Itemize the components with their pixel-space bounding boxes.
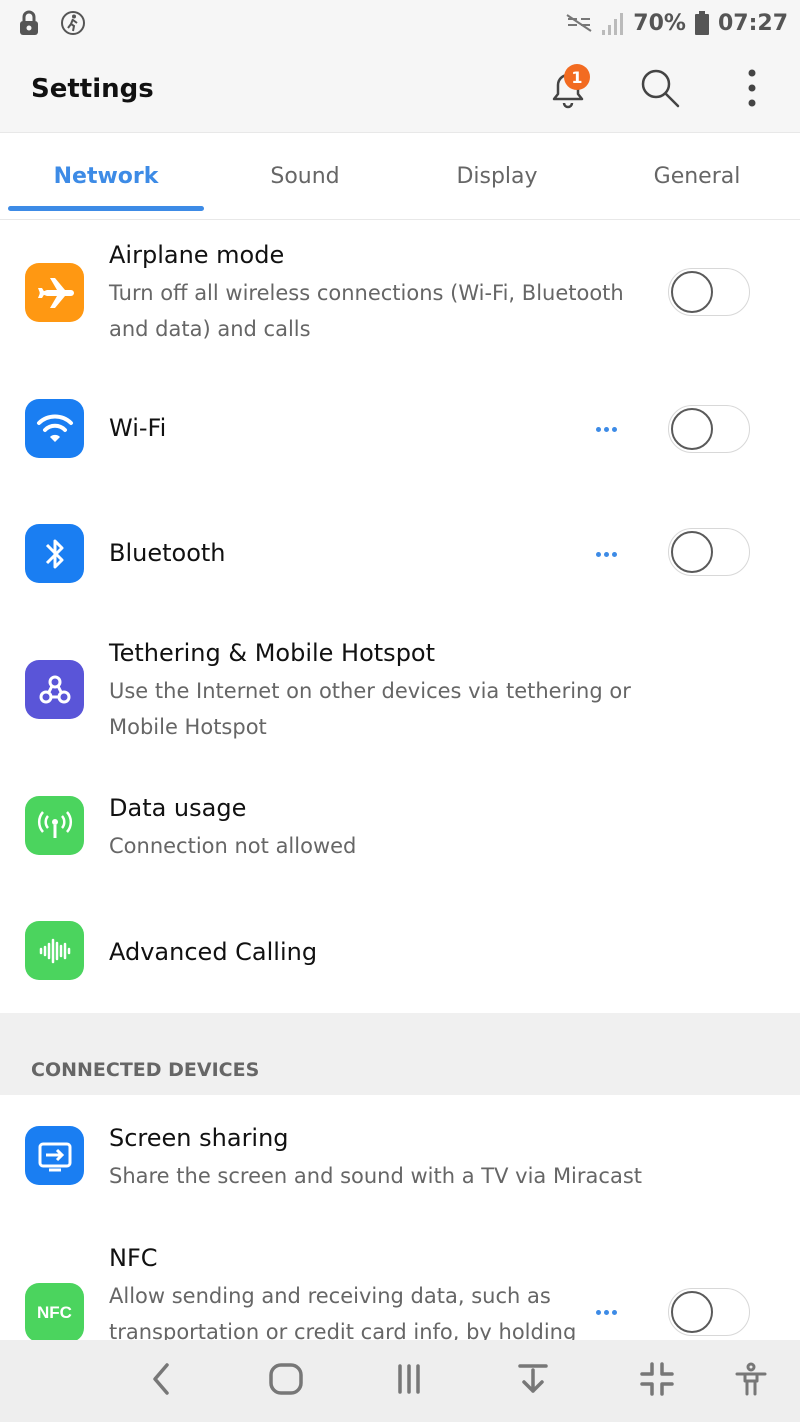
tab-sound[interactable]: Sound xyxy=(207,133,403,219)
active-tab-indicator xyxy=(8,206,204,211)
nfc-toggle[interactable] xyxy=(668,1288,750,1336)
collapse-button[interactable] xyxy=(508,1356,558,1406)
toggle-knob xyxy=(671,271,713,313)
list-item-screen-sharing[interactable]: Screen sharing Share the screen and soun… xyxy=(0,1110,800,1220)
toggle-knob xyxy=(671,531,713,573)
item-subtitle: Turn off all wireless connections (Wi-Fi… xyxy=(109,281,624,341)
list-item-data-usage[interactable]: Data usage Connection not allowed xyxy=(0,780,800,890)
back-button[interactable] xyxy=(137,1356,187,1406)
system-nav-bar xyxy=(0,1340,800,1422)
item-title: Bluetooth xyxy=(109,539,226,567)
battery-percent: 70% xyxy=(633,10,686,36)
airplane-mode-toggle[interactable] xyxy=(668,268,750,316)
toggle-knob xyxy=(671,408,713,450)
tab-general[interactable]: General xyxy=(599,133,795,219)
lock-icon xyxy=(18,10,40,36)
status-bar: 70% 07:27 xyxy=(0,0,800,48)
tab-label: Display xyxy=(456,163,538,189)
item-subtitle: Use the Internet on other devices via te… xyxy=(109,679,631,739)
signal-icon xyxy=(601,10,625,36)
toggle-knob xyxy=(671,1291,713,1333)
shrink-icon xyxy=(639,1361,675,1401)
item-title: Tethering & Mobile Hotspot xyxy=(109,639,436,667)
page-title: Settings xyxy=(31,74,154,104)
home-button[interactable] xyxy=(261,1356,311,1406)
list-item-tethering[interactable]: Tethering & Mobile Hotspot Use the Inter… xyxy=(0,625,800,765)
antenna-icon xyxy=(25,796,84,855)
accessibility-button[interactable] xyxy=(726,1356,776,1406)
section-title: CONNECTED DEVICES xyxy=(31,1059,260,1081)
home-icon xyxy=(268,1361,304,1401)
tab-display[interactable]: Display xyxy=(399,133,595,219)
item-title: Advanced Calling xyxy=(109,938,318,966)
bluetooth-more-button[interactable] xyxy=(596,549,624,559)
screen-cast-icon xyxy=(25,1126,84,1185)
bluetooth-toggle[interactable] xyxy=(668,528,750,576)
section-header-connected-devices: CONNECTED DEVICES xyxy=(0,1013,800,1095)
item-subtitle: Connection not allowed xyxy=(109,834,357,858)
wifi-toggle[interactable] xyxy=(668,405,750,453)
data-off-icon xyxy=(565,13,593,33)
item-title: Data usage xyxy=(109,794,247,822)
search-icon xyxy=(637,65,683,115)
nfc-icon: NFC xyxy=(25,1283,84,1340)
item-title: NFC xyxy=(109,1244,158,1272)
item-title: Screen sharing xyxy=(109,1124,289,1152)
search-button[interactable] xyxy=(632,62,688,118)
nfc-more-button[interactable] xyxy=(596,1307,624,1317)
list-item-airplane-mode[interactable]: Airplane mode Turn off all wireless conn… xyxy=(0,225,800,365)
item-title: Airplane mode xyxy=(109,241,285,269)
more-options-button[interactable] xyxy=(724,62,780,118)
list-item-bluetooth[interactable]: Bluetooth xyxy=(0,495,800,615)
item-title: Wi-Fi xyxy=(109,414,167,442)
notification-badge: 1 xyxy=(564,64,590,90)
list-item-advanced-calling[interactable]: Advanced Calling xyxy=(0,905,800,1005)
kebab-menu-icon xyxy=(747,68,757,112)
tab-bar: Network Sound Display General xyxy=(0,132,800,220)
chevron-left-icon xyxy=(147,1361,177,1401)
battery-icon xyxy=(694,10,710,36)
tab-label: General xyxy=(653,163,741,189)
list-item-nfc[interactable]: NFC NFC Allow sending and receiving data… xyxy=(0,1230,800,1340)
arrow-down-bar-icon xyxy=(515,1361,551,1401)
item-subtitle: Share the screen and sound with a TV via… xyxy=(109,1164,642,1188)
wifi-more-button[interactable] xyxy=(596,424,624,434)
recents-icon xyxy=(391,1361,427,1401)
airplane-icon xyxy=(25,263,84,322)
walking-icon xyxy=(60,10,86,36)
recents-button[interactable] xyxy=(384,1356,434,1406)
wifi-icon xyxy=(25,399,84,458)
clock: 07:27 xyxy=(717,10,788,36)
accessibility-icon xyxy=(733,1361,769,1401)
app-bar: Settings 1 xyxy=(0,48,800,132)
nfc-icon-label: NFC xyxy=(37,1302,72,1322)
bluetooth-icon xyxy=(25,524,84,583)
tab-label: Sound xyxy=(270,163,340,189)
item-subtitle: Allow sending and receiving data, such a… xyxy=(109,1284,577,1340)
tab-label: Network xyxy=(53,163,159,189)
shrink-screen-button[interactable] xyxy=(632,1356,682,1406)
notifications-button[interactable]: 1 xyxy=(540,62,596,118)
waveform-icon xyxy=(25,921,84,980)
hotspot-icon xyxy=(25,660,84,719)
tab-network[interactable]: Network xyxy=(8,133,204,219)
list-item-wifi[interactable]: Wi-Fi xyxy=(0,370,800,490)
